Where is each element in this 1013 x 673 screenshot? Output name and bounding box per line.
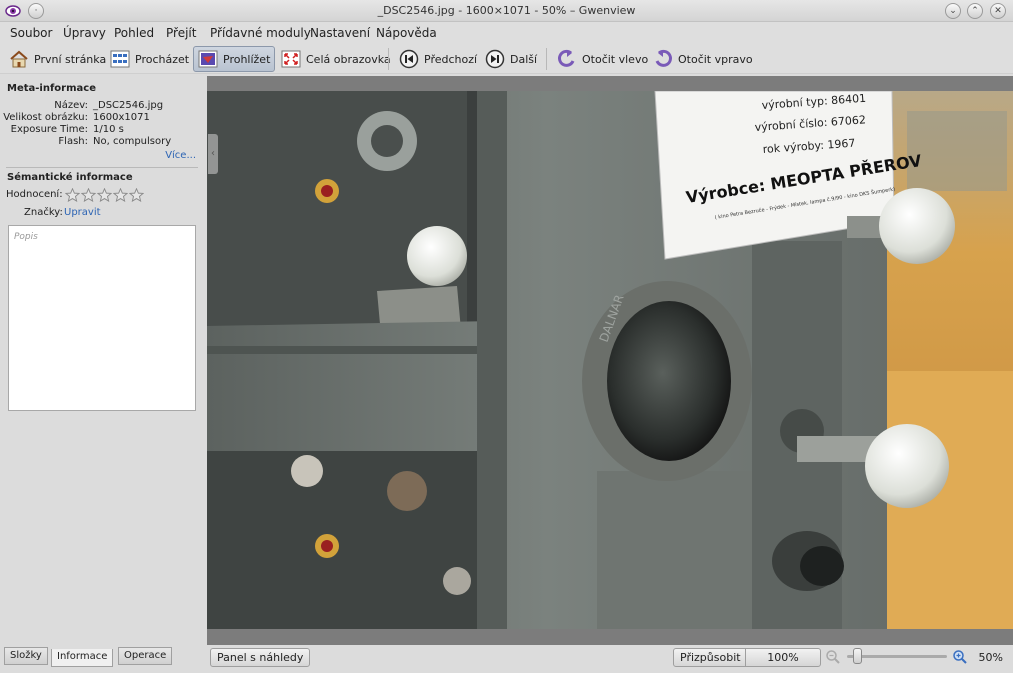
rotate-left-label: Otočit vlevo [582,52,649,66]
toolbar-separator [388,48,389,70]
zoom-slider-handle[interactable] [853,648,862,664]
meta-row: Exposure Time: 1/10 s [0,124,200,136]
meta-value: No, compulsory [93,136,172,147]
browse-label: Procházet [135,52,190,66]
description-placeholder: Popis [14,232,38,242]
skip-back-icon [399,49,419,69]
fullscreen-button[interactable]: Celá obrazovka [276,46,396,72]
tags-label: Značky: [24,207,63,218]
sidebar-collapse-handle[interactable]: ‹ [208,134,218,174]
meta-key: Exposure Time: [10,124,88,135]
title-bar: · _DSC2546.jpg - 1600×1071 - 50% – Gwenv… [0,0,1013,22]
previous-label: Předchozí [424,52,478,66]
rating-star-icon[interactable] [113,188,128,202]
menu-nastaveni[interactable]: Nastavení [310,26,370,40]
rotate-left-button[interactable]: Otočit vlevo [552,46,653,72]
rating-label: Hodnocení: [6,189,63,200]
rating-star-icon[interactable] [81,188,96,202]
view-label: Prohlížet [223,52,271,66]
toolbar-separator [546,48,547,70]
menu-pohled[interactable]: Pohled [114,26,154,40]
sidebar-panel: Meta-informace Název: _DSC2546.jpg Velik… [0,76,206,646]
semantic-info-title: Sémantické informace [7,172,133,183]
next-button[interactable]: Další [480,46,542,72]
rotate-right-button[interactable]: Otočit vpravo [648,46,758,72]
thumbnail-grid-icon [110,50,130,68]
home-icon [10,50,28,68]
section-divider [6,167,198,168]
tab-information[interactable]: Informace [51,649,114,667]
zoom-100-button[interactable]: 100% [745,648,821,667]
zoom-out-icon[interactable] [825,649,841,665]
zoom-in-icon[interactable] [952,649,968,665]
edit-tags-link[interactable]: Upravit [64,207,101,218]
status-bar: Panel s náhledy Přizpůsobit 100% 50% [207,645,1013,673]
meta-key: Název: [54,100,88,111]
image-viewer[interactable]: DALNAR výrobní typ: 86401 výrobní číslo:… [207,76,1013,645]
zoom-slider[interactable] [847,655,947,658]
view-button[interactable]: Prohlížet [193,46,276,72]
rotate-right-icon [655,49,672,67]
zoom-value: 50% [978,651,1003,664]
description-textarea[interactable]: Popis [8,225,196,411]
menu-prejit[interactable]: Přejít [166,26,196,40]
meta-row: Flash: No, compulsory [0,136,200,148]
rotate-right-label: Otočit vpravo [678,52,753,66]
browse-button[interactable]: Procházet [105,46,194,72]
meta-value: _DSC2546.jpg [93,100,164,111]
first-page-button[interactable]: První stránka [4,46,111,72]
menu-bar: Soubor Úpravy Pohled Přejít Přídavné mod… [0,22,1013,44]
skip-forward-icon [485,49,505,69]
rating-star-icon[interactable] [97,188,112,202]
menu-pridavne-moduly[interactable]: Přídavné moduly [210,26,311,40]
meta-row: Velikost obrázku: 1600x1071 [0,112,200,124]
zoom-fit-button[interactable]: Přizpůsobit [673,648,748,667]
tab-folders[interactable]: Složky [4,647,48,665]
meta-key: Flash: [58,136,88,147]
thumbnail-panel-button[interactable]: Panel s náhledy [210,648,311,667]
menu-upravy[interactable]: Úpravy [63,26,106,40]
menu-soubor[interactable]: Soubor [10,26,52,40]
image-view-icon [198,50,218,68]
next-label: Další [510,52,538,66]
main-toolbar: První stránka Procházet Prohlížet Celá o… [0,44,1013,74]
menu-napoveda[interactable]: Nápověda [376,26,437,40]
maximize-button[interactable]: ⌃ [967,3,983,19]
rating-star-icon[interactable] [129,188,144,202]
window-title: _DSC2546.jpg - 1600×1071 - 50% – Gwenvie… [377,4,636,17]
rating-stars[interactable] [65,188,145,202]
photo-projector: DALNAR výrobní typ: 86401 výrobní číslo:… [207,91,1013,629]
previous-button[interactable]: Předchozí [394,46,482,72]
rotate-left-icon [558,49,575,67]
meta-value: 1600x1071 [93,112,150,123]
meta-key: Velikost obrázku: [3,112,88,123]
minimize-button[interactable]: ⌄ [945,3,961,19]
fullscreen-icon [281,50,301,68]
meta-row: Název: _DSC2546.jpg [0,100,200,112]
more-meta-link[interactable]: Více... [165,150,196,161]
tab-operations[interactable]: Operace [118,647,173,665]
rating-star-icon[interactable] [65,188,80,202]
fullscreen-label: Celá obrazovka [306,52,391,66]
meta-value: 1/10 s [93,124,124,135]
first-page-label: První stránka [34,52,107,66]
close-button[interactable]: ✕ [990,3,1006,19]
meta-info-title: Meta-informace [7,83,96,94]
